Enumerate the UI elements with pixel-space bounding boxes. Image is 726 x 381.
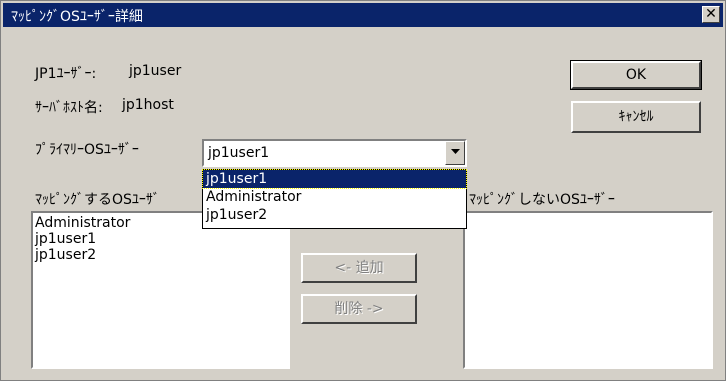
chevron-down-icon: [451, 149, 460, 154]
jp1-user-value: jp1user: [129, 63, 182, 79]
unmapped-os-users-label: ﾏｯﾋﾟﾝｸﾞしないOSﾕｰｻﾞｰ: [469, 192, 615, 208]
close-icon: ✕: [705, 6, 717, 22]
remove-button[interactable]: 削除 ->: [301, 294, 417, 324]
ok-button[interactable]: OK: [570, 60, 702, 90]
dropdown-option[interactable]: jp1user2: [203, 206, 466, 224]
server-host-label: ｻｰﾊﾞﾎｽﾄ名:: [35, 100, 103, 116]
dropdown-option-selected[interactable]: jp1user1: [202, 169, 467, 189]
primary-os-user-label: ﾌﾟﾗｲﾏﾘｰOSﾕｰｻﾞｰ: [35, 142, 139, 158]
mapped-os-users-list[interactable]: Administrator jp1user1 jp1user2: [31, 211, 290, 369]
mapping-os-user-dialog: ﾏｯﾋﾟﾝｸﾞOSﾕｰｻﾞｰ詳細 ✕ JP1ﾕｰｻﾞｰ: jp1user ｻｰﾊ…: [0, 0, 726, 381]
unmapped-os-users-list[interactable]: [463, 211, 713, 369]
dropdown-option[interactable]: Administrator: [203, 188, 466, 206]
primary-os-user-value: jp1user1: [208, 145, 270, 161]
primary-os-user-dropdown-list[interactable]: jp1user1 Administrator jp1user2: [202, 169, 467, 229]
list-item[interactable]: jp1user2: [33, 247, 288, 263]
title-bar[interactable]: ﾏｯﾋﾟﾝｸﾞOSﾕｰｻﾞｰ詳細 ✕: [3, 3, 723, 27]
mapped-os-users-label: ﾏｯﾋﾟﾝｸﾞするOSﾕｰｻﾞ: [35, 192, 160, 208]
dialog-title: ﾏｯﾋﾟﾝｸﾞOSﾕｰｻﾞｰ詳細: [11, 9, 143, 25]
add-button[interactable]: <- 追加: [301, 253, 417, 283]
cancel-button[interactable]: ｷｬﾝｾﾙ: [571, 101, 701, 133]
jp1-user-label: JP1ﾕｰｻﾞｰ:: [35, 66, 97, 82]
dropdown-arrow-button[interactable]: [445, 141, 465, 165]
close-button[interactable]: ✕: [702, 6, 720, 23]
list-item[interactable]: jp1user1: [33, 231, 288, 247]
primary-os-user-combobox[interactable]: jp1user1: [202, 139, 467, 167]
server-host-value: jp1host: [122, 97, 174, 113]
